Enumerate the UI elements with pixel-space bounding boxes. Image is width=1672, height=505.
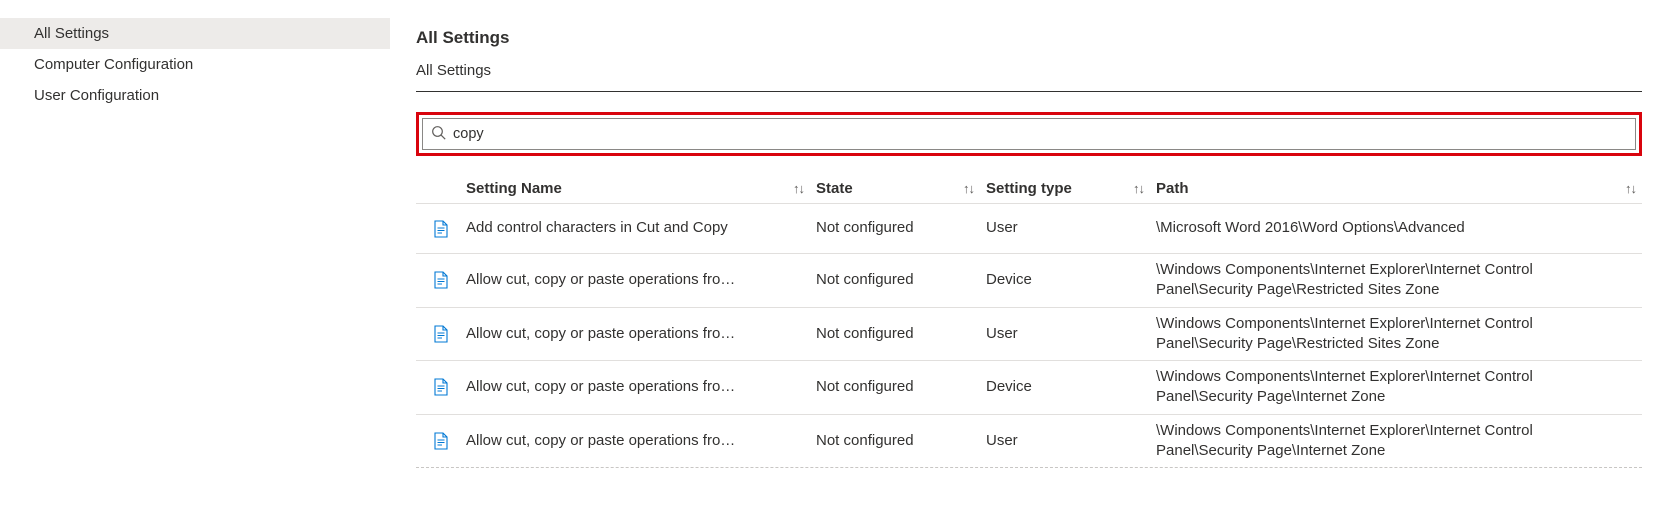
cell-state: Not configured bbox=[816, 377, 986, 397]
table-row[interactable]: Add control characters in Cut and CopyNo… bbox=[416, 204, 1642, 254]
search-input[interactable] bbox=[447, 126, 1627, 142]
column-header-label: State bbox=[816, 180, 963, 197]
column-header-path-sort[interactable]: ↑↓ bbox=[1608, 181, 1642, 196]
cell-setting-type: User bbox=[986, 218, 1156, 238]
cell-setting-name: Allow cut, copy or paste operations fro… bbox=[466, 377, 816, 397]
cell-setting-type: Device bbox=[986, 377, 1156, 397]
cell-setting-name: Allow cut, copy or paste operations fro… bbox=[466, 270, 816, 290]
sidebar-item-user-configuration[interactable]: User Configuration bbox=[0, 80, 390, 111]
table-header-row: Setting Name ↑↓ State ↑↓ Setting type ↑↓… bbox=[416, 174, 1642, 204]
search-box[interactable] bbox=[422, 118, 1636, 150]
cell-setting-type: User bbox=[986, 431, 1156, 451]
document-icon bbox=[416, 378, 466, 396]
cell-state: Not configured bbox=[816, 270, 986, 290]
sort-icon[interactable]: ↑↓ bbox=[963, 181, 974, 196]
sort-icon[interactable]: ↑↓ bbox=[1133, 181, 1144, 196]
cell-setting-type: User bbox=[986, 324, 1156, 344]
cell-path: \Windows Components\Internet Explorer\In… bbox=[1156, 367, 1608, 408]
column-header-state[interactable]: State ↑↓ bbox=[816, 180, 986, 197]
table-row[interactable]: Allow cut, copy or paste operations fro…… bbox=[416, 415, 1642, 469]
document-icon bbox=[416, 325, 466, 343]
column-header-label: Setting type bbox=[986, 180, 1133, 197]
cell-path: \Windows Components\Internet Explorer\In… bbox=[1156, 260, 1608, 301]
column-header-setting-name[interactable]: Setting Name ↑↓ bbox=[466, 180, 816, 197]
search-highlight-box bbox=[416, 112, 1642, 156]
main-content: All Settings All Settings Setting Name ↑… bbox=[390, 0, 1672, 505]
page-title: All Settings bbox=[416, 28, 1642, 48]
cell-state: Not configured bbox=[816, 324, 986, 344]
sidebar-item-label: User Configuration bbox=[34, 87, 159, 104]
breadcrumb: All Settings bbox=[416, 62, 1642, 79]
cell-state: Not configured bbox=[816, 431, 986, 451]
document-icon bbox=[416, 432, 466, 450]
settings-table: Setting Name ↑↓ State ↑↓ Setting type ↑↓… bbox=[416, 174, 1642, 468]
cell-path: \Microsoft Word 2016\Word Options\Advanc… bbox=[1156, 218, 1608, 238]
sidebar-item-computer-configuration[interactable]: Computer Configuration bbox=[0, 49, 390, 80]
table-row[interactable]: Allow cut, copy or paste operations fro…… bbox=[416, 308, 1642, 362]
cell-path: \Windows Components\Internet Explorer\In… bbox=[1156, 314, 1608, 355]
sidebar-item-all-settings[interactable]: All Settings bbox=[0, 18, 390, 49]
sidebar-item-label: Computer Configuration bbox=[34, 56, 193, 73]
sidebar: All Settings Computer Configuration User… bbox=[0, 0, 390, 505]
column-header-setting-type[interactable]: Setting type ↑↓ bbox=[986, 180, 1156, 197]
sidebar-item-label: All Settings bbox=[34, 25, 109, 42]
cell-setting-type: Device bbox=[986, 270, 1156, 290]
document-icon bbox=[416, 271, 466, 289]
column-header-label: Setting Name bbox=[466, 180, 793, 197]
sort-icon[interactable]: ↑↓ bbox=[793, 181, 804, 196]
sort-icon[interactable]: ↑↓ bbox=[1625, 181, 1636, 196]
cell-state: Not configured bbox=[816, 218, 986, 238]
document-icon bbox=[416, 220, 466, 238]
cell-setting-name: Add control characters in Cut and Copy bbox=[466, 218, 816, 238]
cell-setting-name: Allow cut, copy or paste operations fro… bbox=[466, 431, 816, 451]
column-header-label: Path bbox=[1156, 180, 1596, 197]
divider bbox=[416, 91, 1642, 92]
search-icon bbox=[431, 125, 447, 144]
cell-path: \Windows Components\Internet Explorer\In… bbox=[1156, 421, 1608, 462]
table-row[interactable]: Allow cut, copy or paste operations fro…… bbox=[416, 361, 1642, 415]
cell-setting-name: Allow cut, copy or paste operations fro… bbox=[466, 324, 816, 344]
table-row[interactable]: Allow cut, copy or paste operations fro…… bbox=[416, 254, 1642, 308]
column-header-path[interactable]: Path bbox=[1156, 180, 1608, 197]
